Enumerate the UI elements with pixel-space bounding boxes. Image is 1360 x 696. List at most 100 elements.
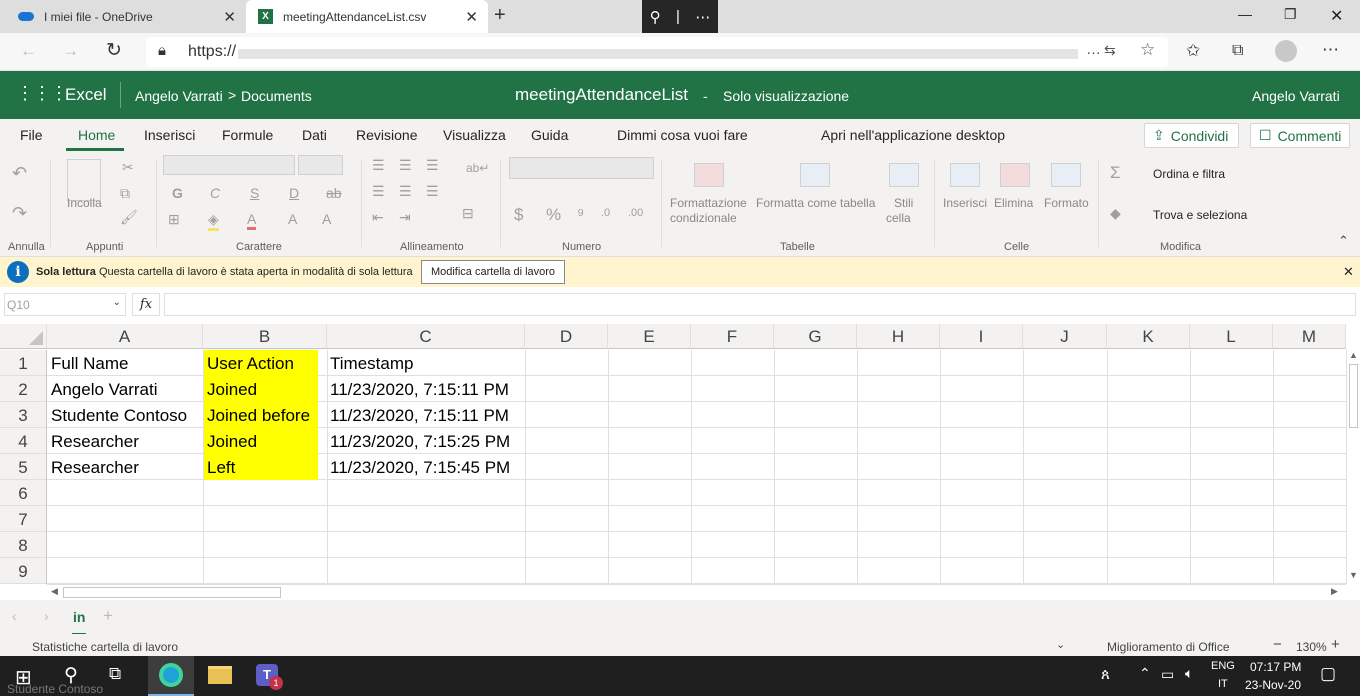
close-icon[interactable]: ✕: [1343, 264, 1354, 280]
column-header-e[interactable]: E: [608, 324, 691, 349]
cell-c2[interactable]: 11/23/2020, 7:15:11 PM: [327, 376, 509, 402]
scrollbar-thumb[interactable]: [63, 587, 281, 598]
cell-styles-icon[interactable]: [889, 163, 919, 187]
font-size-select[interactable]: [298, 155, 343, 175]
fill-color-icon[interactable]: ◈: [208, 211, 219, 231]
open-desktop-app[interactable]: Apri nell'applicazione desktop: [821, 127, 1005, 143]
profile-icon[interactable]: [1275, 40, 1297, 62]
column-header-j[interactable]: J: [1023, 324, 1107, 349]
cell-c3[interactable]: 11/23/2020, 7:15:11 PM: [327, 402, 509, 428]
task-view-icon[interactable]: ⧉: [109, 664, 121, 684]
decrease-decimal-icon[interactable]: .00: [628, 207, 643, 219]
row-header-4[interactable]: 4: [0, 428, 47, 454]
redo-icon[interactable]: ↷: [12, 203, 27, 224]
add-sheet-icon[interactable]: +: [103, 606, 113, 626]
align-middle-icon[interactable]: ☰: [399, 157, 412, 174]
cell-a1[interactable]: Full Name: [48, 350, 128, 376]
align-center-icon[interactable]: ☰: [399, 183, 412, 200]
worksheet-grid[interactable]: A B C D E F G H I J K L M 1 2 3 4 5 6 7 …: [0, 324, 1346, 584]
network-icon[interactable]: ▭: [1161, 666, 1174, 683]
cell-b3[interactable]: Joined before: [204, 402, 318, 428]
chevron-down-icon[interactable]: ⌄: [1056, 638, 1065, 651]
strikethrough-icon[interactable]: ab: [326, 185, 342, 201]
format-cells-icon[interactable]: [1051, 163, 1081, 187]
fx-icon[interactable]: fx: [132, 293, 160, 316]
column-header-l[interactable]: L: [1190, 324, 1273, 349]
scroll-down-icon[interactable]: ▼: [1349, 570, 1358, 580]
cell-c5[interactable]: 11/23/2020, 7:15:45 PM: [327, 454, 510, 480]
clipboard-icon[interactable]: [67, 159, 101, 201]
font-name-select[interactable]: [163, 155, 295, 175]
cell-b2[interactable]: Joined: [204, 376, 318, 402]
tab-help[interactable]: Guida: [531, 127, 568, 143]
clock-date[interactable]: 23-Nov-20: [1245, 678, 1301, 692]
scroll-left-icon[interactable]: ◀: [51, 586, 58, 597]
volume-icon[interactable]: 🔈︎: [1185, 665, 1193, 682]
cell-a4[interactable]: Researcher: [48, 428, 139, 454]
underline-icon[interactable]: S: [250, 185, 259, 201]
share-button[interactable]: ⇪ Condividi: [1144, 123, 1239, 148]
format-table-icon[interactable]: [800, 163, 830, 187]
zoom-in-icon[interactable]: +: [1331, 636, 1340, 653]
breadcrumb-owner[interactable]: Angelo Varrati: [135, 88, 223, 104]
decrease-font-icon[interactable]: A: [322, 211, 331, 227]
number-format-select[interactable]: [509, 157, 654, 179]
column-header-h[interactable]: H: [857, 324, 940, 349]
borders-icon[interactable]: ⊞: [168, 211, 180, 228]
currency-icon[interactable]: $: [514, 205, 523, 225]
row-header-8[interactable]: 8: [0, 532, 47, 558]
column-header-d[interactable]: D: [525, 324, 608, 349]
double-underline-icon[interactable]: D: [289, 185, 299, 201]
font-color-icon[interactable]: A: [247, 211, 257, 230]
cell-b1[interactable]: User Action: [204, 350, 318, 376]
scroll-up-icon[interactable]: ▲: [1349, 350, 1358, 360]
cell-b4[interactable]: Joined: [204, 428, 318, 454]
settings-more-icon[interactable]: ⋯: [1322, 40, 1339, 60]
office-feedback-link[interactable]: Miglioramento di Office: [1107, 640, 1230, 654]
windows-start-icon[interactable]: ⊞: [15, 665, 32, 690]
column-header-m[interactable]: M: [1273, 324, 1346, 349]
edge-taskbar-button[interactable]: [148, 656, 194, 696]
row-header-2[interactable]: 2: [0, 376, 47, 402]
row-header-5[interactable]: 5: [0, 454, 47, 480]
column-header-f[interactable]: F: [691, 324, 774, 349]
clear-icon[interactable]: ◆: [1110, 205, 1121, 222]
horizontal-scrollbar[interactable]: ◀ ▶: [47, 584, 1346, 600]
app-launcher-icon[interactable]: ⋮⋮⋮: [16, 83, 68, 104]
zoom-out-icon[interactable]: −: [1273, 636, 1282, 653]
clock-time[interactable]: 07:17 PM: [1250, 660, 1301, 674]
user-name[interactable]: Angelo Varrati: [1252, 88, 1340, 104]
align-left-icon[interactable]: ☰: [372, 183, 385, 200]
close-window-icon[interactable]: ✕: [1330, 6, 1343, 26]
bold-icon[interactable]: G: [172, 185, 183, 201]
formula-input[interactable]: [164, 293, 1356, 316]
vertical-scrollbar[interactable]: ▲ ▼: [1346, 350, 1360, 584]
favorites-icon[interactable]: ✩: [1186, 41, 1200, 61]
workbook-stats-label[interactable]: Statistiche cartella di lavoro: [32, 640, 178, 654]
copy-icon[interactable]: ⧉: [120, 185, 130, 202]
column-header-k[interactable]: K: [1107, 324, 1190, 349]
insert-cells-icon[interactable]: [950, 163, 980, 187]
chevron-up-icon[interactable]: ⌃: [1139, 665, 1151, 682]
favorite-star-icon[interactable]: ☆: [1140, 40, 1155, 60]
file-explorer-icon[interactable]: [208, 666, 232, 684]
tab-home[interactable]: Home: [78, 127, 115, 143]
align-top-icon[interactable]: ☰: [372, 157, 385, 174]
autosum-icon[interactable]: Σ: [1110, 163, 1121, 183]
cell-a5[interactable]: Researcher: [48, 454, 139, 480]
comments-button[interactable]: ☐ Commenti: [1250, 123, 1350, 148]
url-field[interactable]: 🔒︎ https:// … ⇆ ☆: [146, 37, 1168, 67]
row-header-6[interactable]: 6: [0, 480, 47, 506]
cell-c4[interactable]: 11/23/2020, 7:15:25 PM: [327, 428, 510, 454]
row-header-7[interactable]: 7: [0, 506, 47, 532]
read-aloud-icon[interactable]: ⇆: [1104, 42, 1116, 59]
chevron-left-icon[interactable]: ‹: [12, 608, 17, 624]
back-icon[interactable]: ←: [20, 41, 37, 61]
column-header-g[interactable]: G: [774, 324, 857, 349]
find-select-button[interactable]: Trova e seleziona: [1153, 208, 1247, 222]
italic-icon[interactable]: C: [210, 185, 220, 201]
tab-formulas[interactable]: Formule: [222, 127, 273, 143]
decrease-indent-icon[interactable]: ⇤: [372, 209, 384, 226]
breadcrumb-folder[interactable]: Documents: [241, 88, 312, 104]
people-icon[interactable]: ጰ: [1101, 666, 1110, 683]
